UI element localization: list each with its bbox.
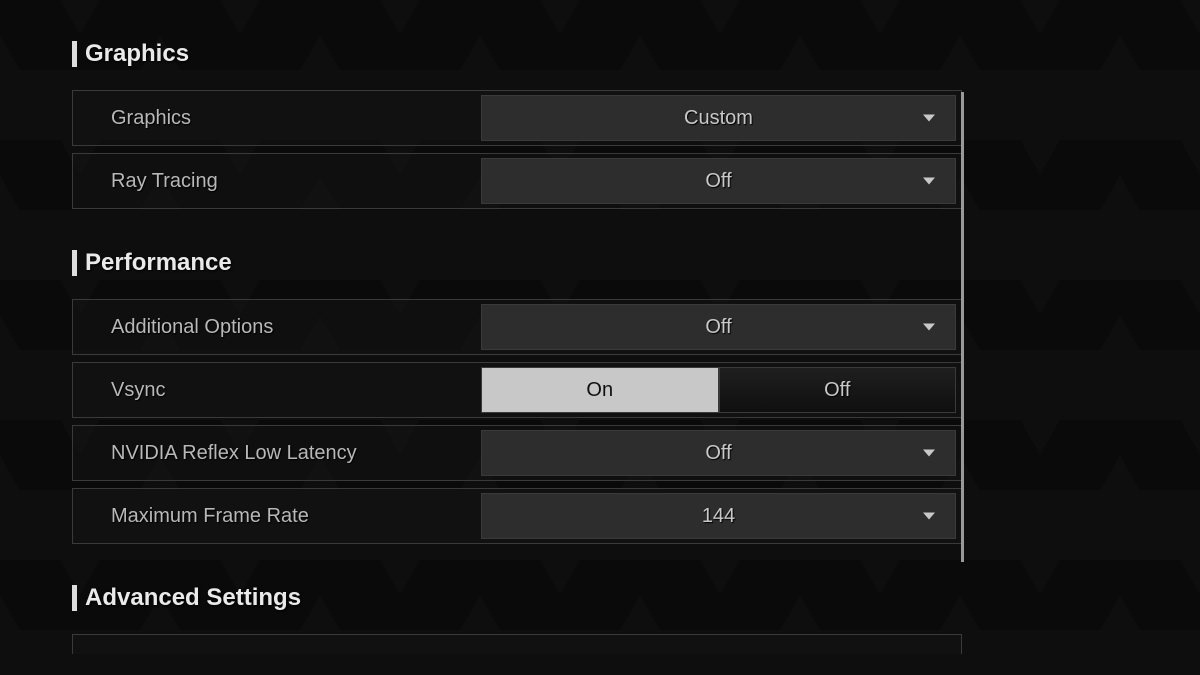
row-reflex: NVIDIA Reflex Low Latency Off	[72, 425, 962, 481]
section-title-text: Graphics	[85, 40, 189, 68]
dropdown-additional-options[interactable]: Off	[481, 304, 956, 350]
dropdown-value: Off	[705, 442, 731, 465]
toggle-vsync: On Off	[481, 367, 956, 413]
row-max-frame-rate: Maximum Frame Rate 144	[72, 488, 962, 544]
dropdown-value: Off	[705, 316, 731, 339]
section-accent-bar	[72, 41, 77, 67]
chevron-down-icon	[923, 115, 935, 122]
section-title-text: Advanced Settings	[85, 584, 301, 612]
dropdown-value: Off	[705, 170, 731, 193]
dropdown-max-frame-rate[interactable]: 144	[481, 493, 956, 539]
row-graphics-preset: Graphics Custom	[72, 90, 962, 146]
chevron-down-icon	[923, 450, 935, 457]
row-ray-tracing: Ray Tracing Off	[72, 153, 962, 209]
row-label: Ray Tracing	[111, 170, 481, 193]
dropdown-graphics-preset[interactable]: Custom	[481, 95, 956, 141]
section-accent-bar	[72, 250, 77, 276]
chevron-down-icon	[923, 178, 935, 185]
section-header-advanced: Advanced Settings	[72, 584, 962, 612]
row-label: Graphics	[111, 107, 481, 130]
dropdown-value: 144	[702, 505, 735, 528]
section-title-text: Performance	[85, 249, 232, 277]
toggle-vsync-off[interactable]: Off	[719, 367, 957, 413]
dropdown-reflex[interactable]: Off	[481, 430, 956, 476]
row-label: Vsync	[111, 379, 481, 402]
section-accent-bar	[72, 585, 77, 611]
row-label: Maximum Frame Rate	[111, 505, 481, 528]
chevron-down-icon	[923, 513, 935, 520]
settings-scrollbar[interactable]	[961, 92, 964, 562]
row-label: Additional Options	[111, 316, 481, 339]
section-header-performance: Performance	[72, 249, 962, 277]
row-label: NVIDIA Reflex Low Latency	[111, 442, 481, 465]
row-additional-options: Additional Options Off	[72, 299, 962, 355]
chevron-down-icon	[923, 324, 935, 331]
row-advanced-partial	[72, 634, 962, 654]
dropdown-value: Custom	[684, 107, 753, 130]
toggle-vsync-on[interactable]: On	[481, 367, 719, 413]
row-vsync: Vsync On Off	[72, 362, 962, 418]
dropdown-ray-tracing[interactable]: Off	[481, 158, 956, 204]
section-header-graphics: Graphics	[72, 40, 962, 68]
